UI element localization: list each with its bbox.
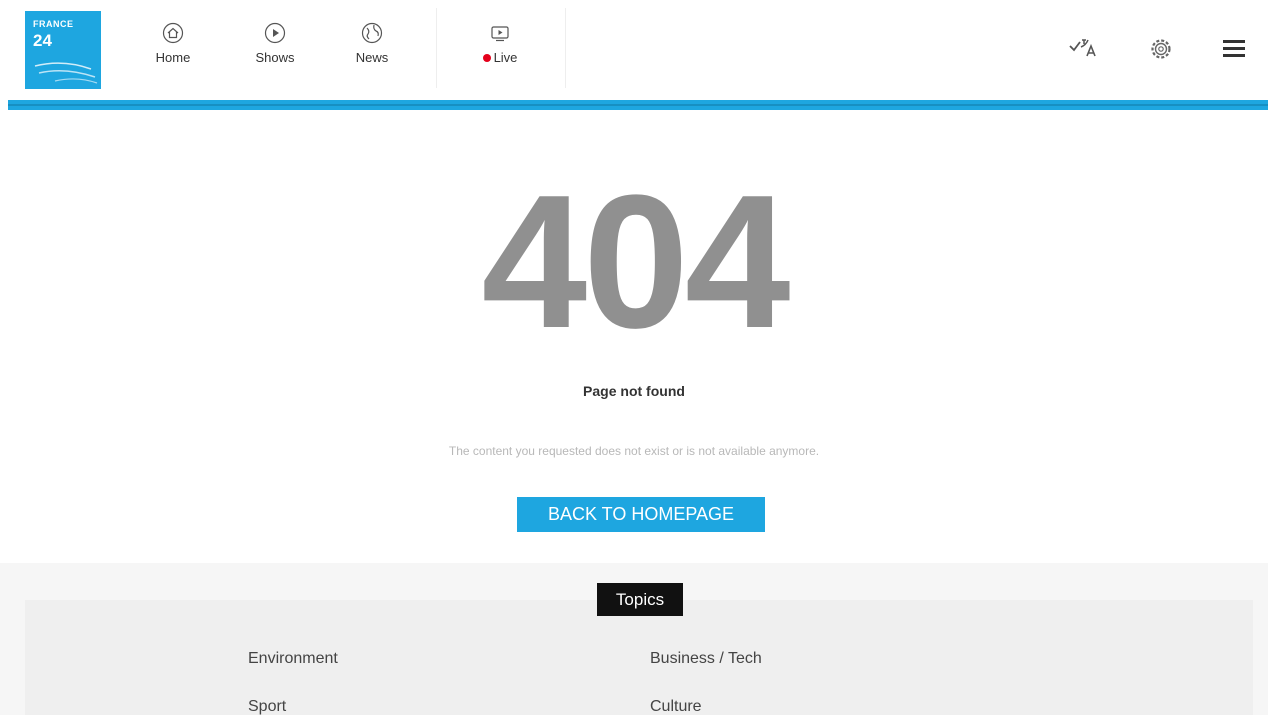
main-menu-button[interactable] — [1220, 32, 1252, 64]
home-icon — [162, 22, 184, 44]
nav-home[interactable]: Home — [138, 22, 208, 80]
nav-news[interactable]: News — [337, 22, 407, 80]
globe-icon — [361, 22, 383, 44]
error-title: Page not found — [583, 383, 685, 399]
nav-news-label: News — [355, 50, 389, 65]
nav-live-label-wrap: Live — [465, 50, 535, 65]
back-to-homepage-button[interactable]: BACK TO HOMEPAGE — [517, 497, 765, 532]
site-header: FRANCE 24 Home Shows News Live — [0, 0, 1268, 100]
gear-icon — [1151, 39, 1171, 59]
language-button[interactable] — [1068, 32, 1100, 64]
play-circle-icon — [264, 22, 286, 44]
nav-divider — [436, 8, 437, 88]
topics-panel — [25, 600, 1253, 715]
nav-divider — [565, 8, 566, 88]
nav-shows-label: Shows — [255, 50, 295, 65]
tv-icon — [491, 26, 509, 42]
header-accent-line — [8, 104, 1268, 106]
nav-live-label: Live — [493, 50, 518, 65]
logo-text-number: 24 — [33, 31, 52, 50]
topic-link-business-tech[interactable]: Business / Tech — [650, 650, 762, 668]
hamburger-menu-icon — [1223, 40, 1245, 57]
topic-link-sport[interactable]: Sport — [248, 698, 286, 715]
topic-link-environment[interactable]: Environment — [248, 650, 338, 668]
logo-text-top: FRANCE — [33, 19, 74, 29]
nav-home-label: Home — [155, 50, 191, 65]
topic-link-culture[interactable]: Culture — [650, 698, 702, 715]
settings-button[interactable] — [1145, 32, 1177, 64]
language-icon — [1069, 39, 1096, 57]
topics-heading: Topics — [597, 583, 683, 616]
nav-live[interactable]: Live — [465, 22, 535, 80]
france24-logo[interactable]: FRANCE 24 — [25, 11, 101, 89]
error-code: 404 — [481, 156, 790, 368]
nav-shows[interactable]: Shows — [240, 22, 310, 80]
error-message: The content you requested does not exist… — [448, 444, 820, 458]
live-indicator-dot — [482, 54, 491, 62]
